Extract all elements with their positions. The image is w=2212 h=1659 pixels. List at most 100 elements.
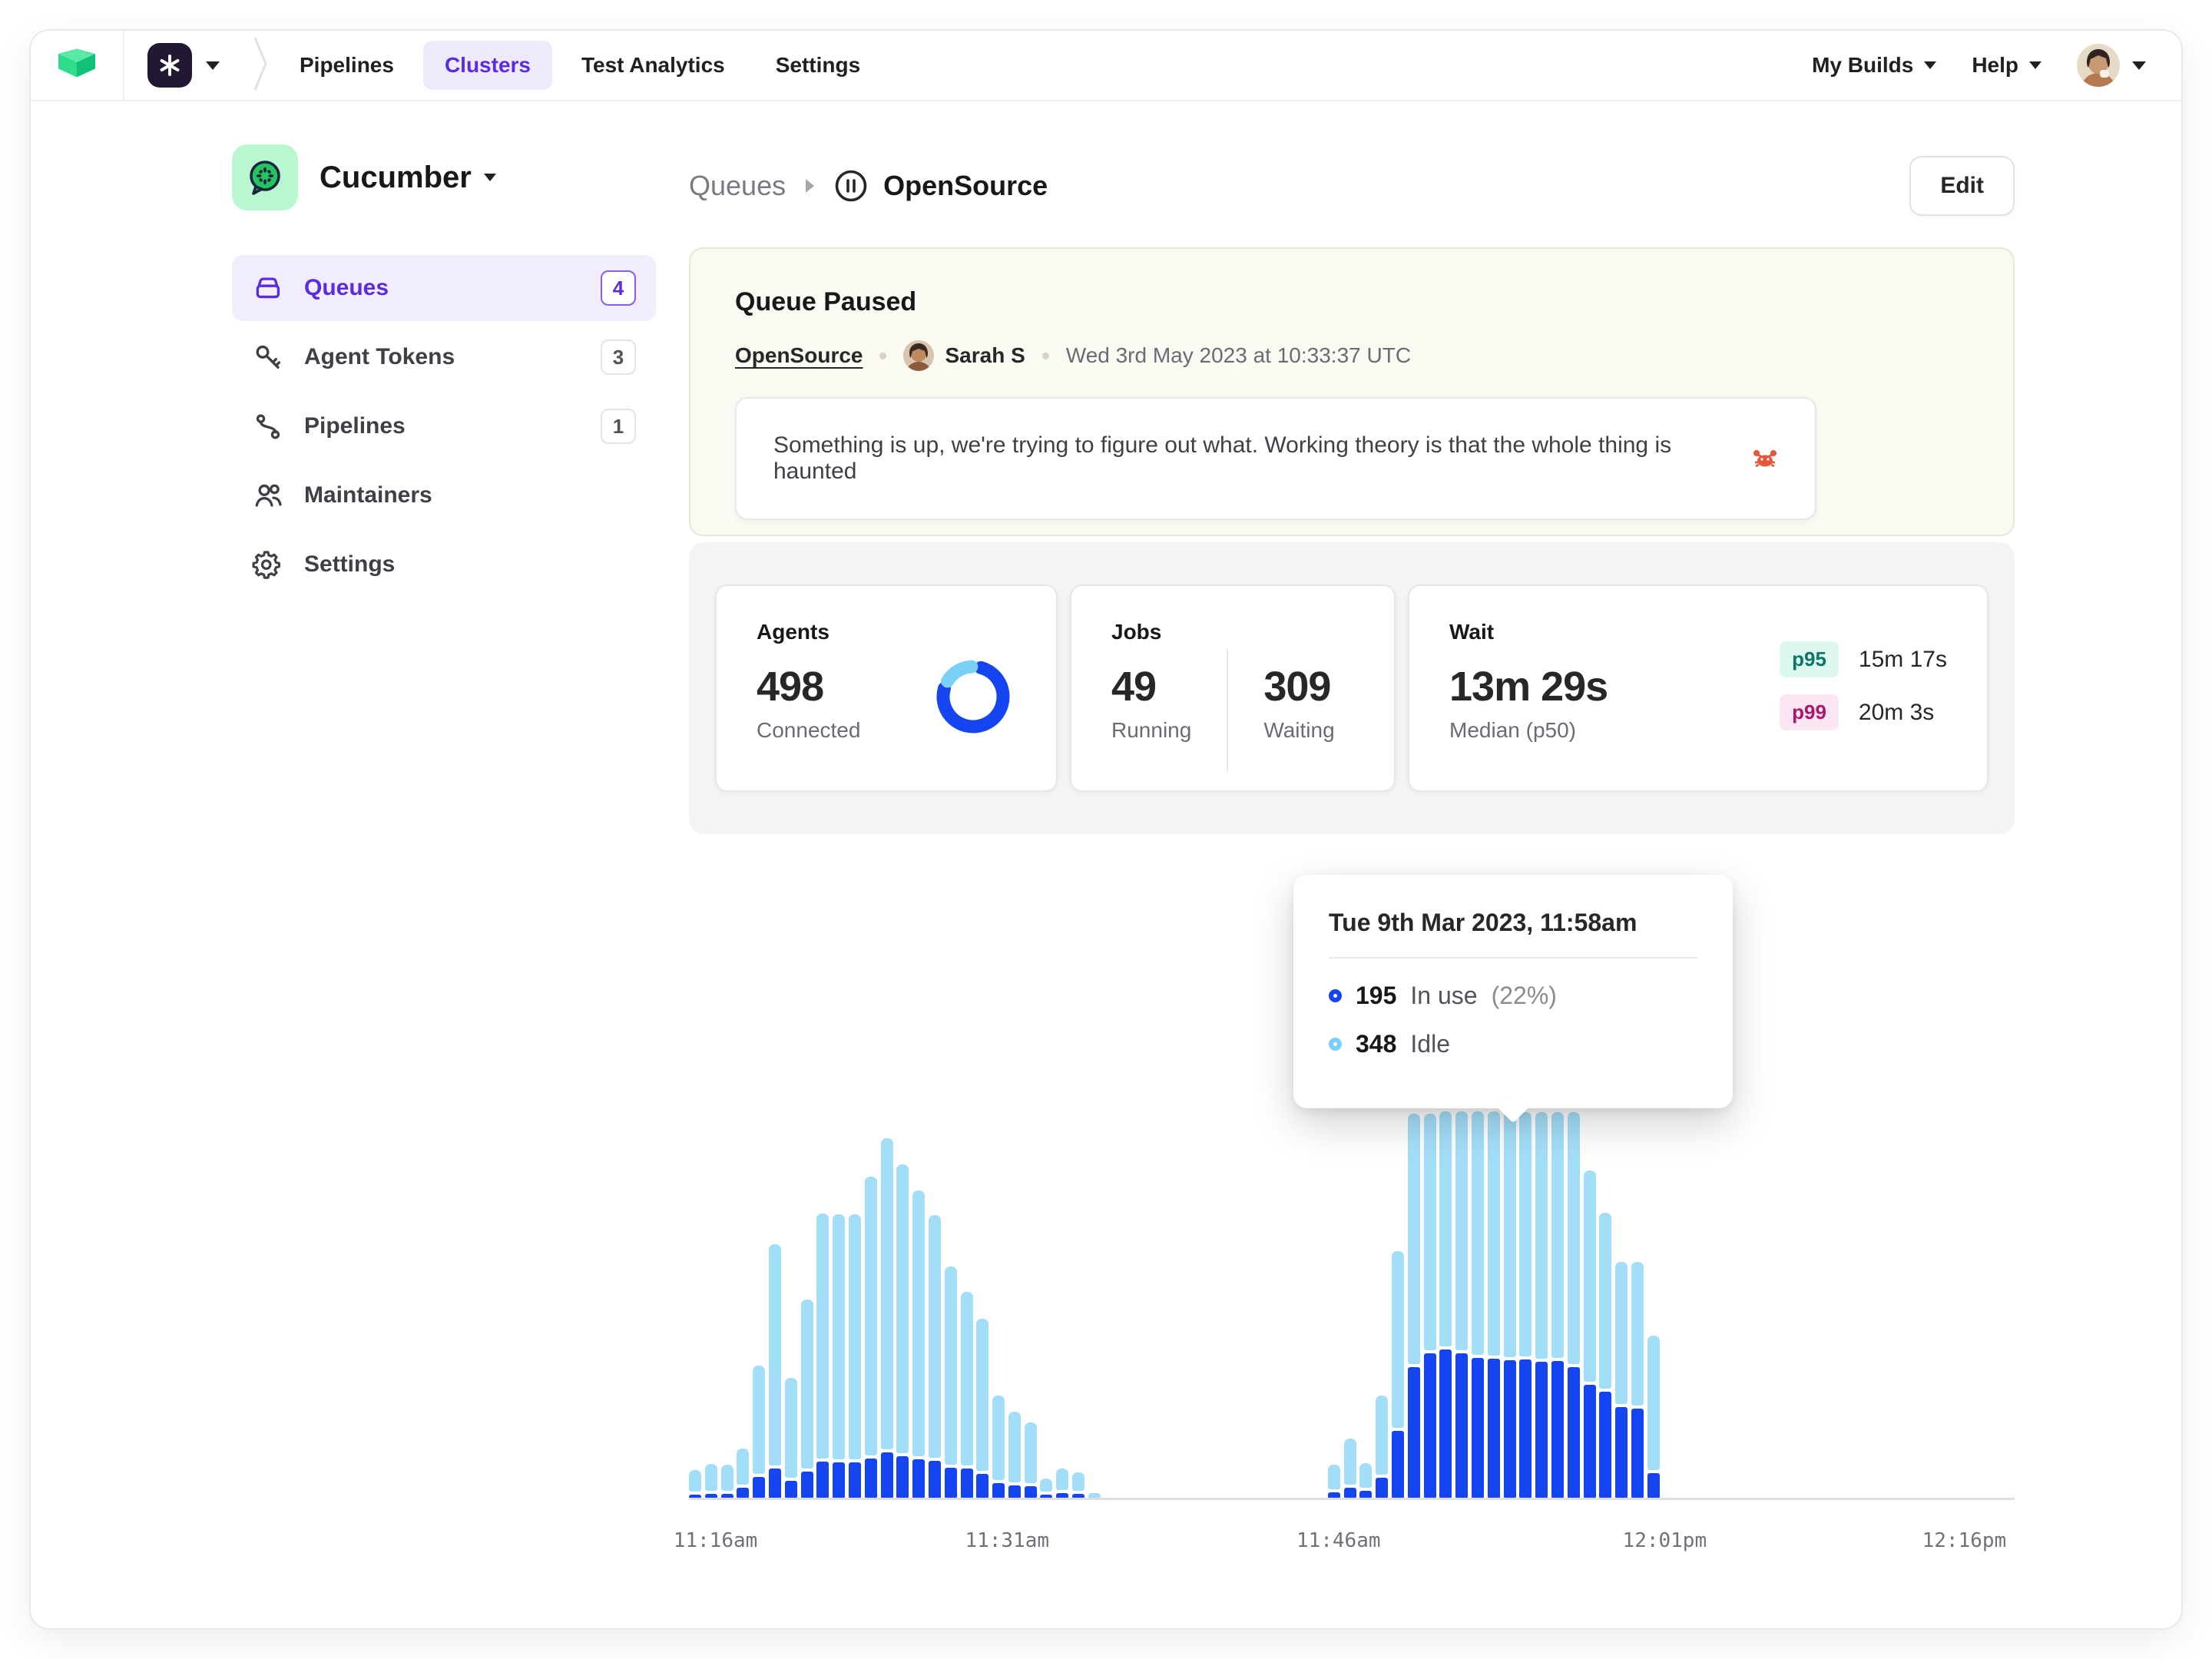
- chart-bar[interactable]: [785, 1378, 797, 1498]
- chart-bar[interactable]: [1328, 1465, 1340, 1498]
- org-switcher[interactable]: [124, 31, 243, 100]
- count-badge: 3: [601, 339, 636, 375]
- in-use-segment: [1568, 1367, 1580, 1498]
- chart-bar[interactable]: [1472, 1111, 1484, 1498]
- chart-bar[interactable]: [721, 1465, 733, 1498]
- org-avatar[interactable]: [147, 43, 192, 88]
- idle-segment: [1439, 1111, 1452, 1346]
- chart-bar[interactable]: [1488, 1111, 1500, 1498]
- sidebar-item-pipelines[interactable]: Pipelines1: [232, 393, 656, 459]
- agents-count: 498: [757, 663, 860, 710]
- chart-bar[interactable]: [689, 1470, 701, 1498]
- idle-segment: [929, 1215, 941, 1459]
- chart-bar[interactable]: [1088, 1493, 1101, 1498]
- chart-bar[interactable]: [865, 1177, 877, 1498]
- sidebar-item-label: Agent Tokens: [304, 344, 455, 370]
- idle-segment: [1056, 1469, 1068, 1490]
- chart-bar[interactable]: [1584, 1171, 1596, 1498]
- idle-segment: [1488, 1111, 1500, 1356]
- jobs-card-title: Jobs: [1111, 620, 1335, 644]
- chart-bar[interactable]: [1647, 1336, 1660, 1498]
- idle-segment: [1647, 1336, 1660, 1469]
- cluster-name-label: Cucumber: [320, 161, 472, 195]
- buildkite-logo-icon[interactable]: [58, 48, 95, 83]
- pause-circle-icon: [834, 169, 868, 203]
- chart-bar[interactable]: [1424, 1114, 1436, 1498]
- in-use-segment: [816, 1462, 829, 1498]
- idle-segment: [689, 1470, 701, 1492]
- in-use-segment: [1344, 1488, 1356, 1498]
- chart-bar[interactable]: [1615, 1262, 1628, 1498]
- cluster-switcher[interactable]: Cucumber: [320, 161, 496, 195]
- chart-bar[interactable]: [1535, 1112, 1548, 1498]
- in-use-segment: [992, 1483, 1005, 1498]
- sidebar-item-queues[interactable]: Queues4: [232, 255, 656, 321]
- help-menu[interactable]: Help: [1972, 53, 2041, 78]
- sidebar-item-agent-tokens[interactable]: Agent Tokens 3: [232, 324, 656, 390]
- chart-bar[interactable]: [912, 1190, 925, 1498]
- in-use-segment: [1599, 1392, 1611, 1498]
- breadcrumb-queues-link[interactable]: Queues: [689, 170, 786, 202]
- chart-bar[interactable]: [1072, 1472, 1084, 1498]
- chart-bar[interactable]: [1359, 1463, 1372, 1498]
- tooltip-rows: 195In use(22%)348Idle: [1329, 982, 1697, 1058]
- chart-bar[interactable]: [1376, 1396, 1388, 1498]
- idle-segment: [1025, 1422, 1037, 1483]
- divider: [1227, 649, 1228, 772]
- people-icon: [252, 479, 284, 512]
- in-use-segment: [1424, 1353, 1436, 1498]
- chart-bar[interactable]: [1344, 1439, 1356, 1498]
- queue-link[interactable]: OpenSource: [735, 343, 863, 368]
- nav-item-settings[interactable]: Settings: [754, 41, 882, 90]
- idle-segment: [1344, 1439, 1356, 1485]
- user-menu[interactable]: [2077, 44, 2146, 87]
- chart-bar[interactable]: [1056, 1469, 1068, 1498]
- nav-item-test-analytics[interactable]: Test Analytics: [560, 41, 747, 90]
- count-badge: 4: [601, 270, 636, 306]
- chart-bar[interactable]: [945, 1267, 957, 1498]
- chart-bar[interactable]: [769, 1244, 781, 1498]
- agents-chart: Tue 9th Mar 2023, 11:58am 195In use(22%)…: [689, 834, 2015, 1602]
- in-use-segment: [945, 1468, 957, 1498]
- chart-bar[interactable]: [896, 1164, 909, 1498]
- chart-bar[interactable]: [705, 1464, 717, 1498]
- chart-bar[interactable]: [1568, 1112, 1580, 1498]
- count-badge: 1: [601, 409, 636, 444]
- chart-bar[interactable]: [992, 1396, 1005, 1498]
- chart-bar[interactable]: [1599, 1213, 1611, 1498]
- chart-bar[interactable]: [976, 1319, 988, 1498]
- chart-bar[interactable]: [833, 1214, 845, 1498]
- sidebar-item-maintainers[interactable]: Maintainers: [232, 462, 656, 528]
- chart-bar[interactable]: [1439, 1111, 1452, 1498]
- sidebar-item-settings[interactable]: Settings: [232, 531, 656, 598]
- chart-bar[interactable]: [1392, 1251, 1404, 1498]
- idle-segment: [1615, 1262, 1628, 1404]
- idle-segment: [1568, 1112, 1580, 1364]
- chart-bar[interactable]: [929, 1215, 941, 1498]
- chart-bar[interactable]: [1040, 1479, 1052, 1498]
- in-use-segment: [1584, 1385, 1596, 1498]
- chart-bar[interactable]: [753, 1366, 765, 1498]
- nav-item-pipelines[interactable]: Pipelines: [278, 41, 416, 90]
- chart-bar[interactable]: [961, 1292, 973, 1498]
- edit-button[interactable]: Edit: [1909, 156, 2015, 216]
- avatar[interactable]: [2077, 44, 2120, 87]
- chart-bar[interactable]: [849, 1214, 861, 1498]
- chart-bar[interactable]: [816, 1214, 829, 1498]
- chart-bar[interactable]: [1631, 1262, 1644, 1498]
- chart-bar[interactable]: [801, 1300, 813, 1498]
- chart-bar[interactable]: [1408, 1114, 1420, 1498]
- chart-bar[interactable]: [881, 1138, 893, 1498]
- nav-item-clusters[interactable]: Clusters: [423, 41, 552, 90]
- chart-bar[interactable]: [1519, 1112, 1532, 1498]
- chart-bar[interactable]: [1008, 1412, 1021, 1498]
- idle-segment: [1088, 1493, 1101, 1498]
- x-axis-tick-label: 12:16pm: [1922, 1529, 2007, 1552]
- chart-bar[interactable]: [1455, 1111, 1468, 1498]
- chart-bar[interactable]: [737, 1449, 749, 1498]
- chart-bar[interactable]: [1025, 1422, 1037, 1498]
- chart-bar-hovered[interactable]: [1504, 1111, 1516, 1498]
- my-builds-menu[interactable]: My Builds: [1812, 53, 1936, 78]
- chart-bar[interactable]: [1551, 1112, 1564, 1498]
- idle-segment: [961, 1292, 973, 1466]
